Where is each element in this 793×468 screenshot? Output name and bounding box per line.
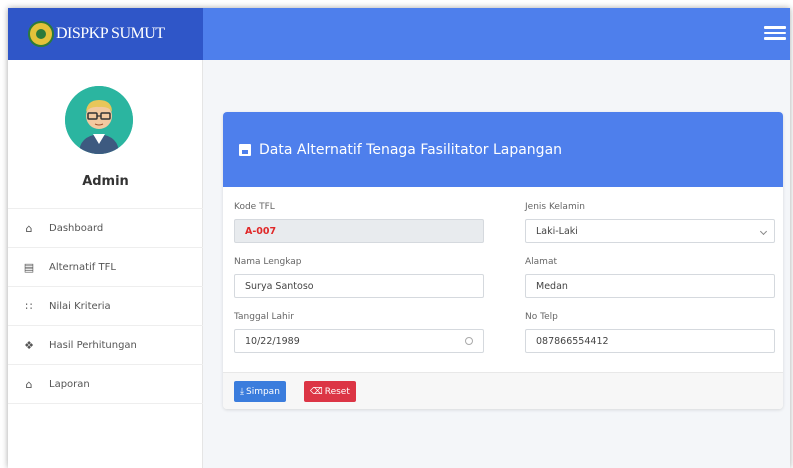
card-title: Data Alternatif Tenaga Fasilitator Lapan… [259,141,563,158]
reset-button[interactable]: ⌫ Reset [304,381,356,402]
chevron-down-icon [759,227,768,236]
sidebar-item-label: Laporan [49,378,90,390]
kode-tfl-value: A-007 [245,225,277,237]
nama-lengkap-value: Surya Santoso [245,280,314,292]
eraser-icon: ⌫ [310,386,323,397]
app-window: DISPKP SUMUT Admin ⌂ Dashboard ▤ Alterna… [8,8,790,468]
sidebar-item-dashboard[interactable]: ⌂ Dashboard [8,209,203,248]
tanggal-lahir-value: 10/22/1989 [245,335,300,347]
user-avatar-icon [65,86,133,154]
sidebar-item-label: Nilai Kriteria [49,300,111,312]
archive-icon: ▤ [23,260,35,274]
sidebar: Admin ⌂ Dashboard ▤ Alternatif TFL ∷ Nil… [8,60,203,468]
sidebar-item-label: Hasil Perhitungan [49,339,137,351]
basket-icon: ⌂ [25,377,33,391]
sidebar-item-alternatif-tfl[interactable]: ▤ Alternatif TFL [8,248,203,287]
no-telp-value: 087866554412 [536,335,609,347]
brand[interactable]: DISPKP SUMUT [8,8,203,60]
card-header: Data Alternatif Tenaga Fasilitator Lapan… [223,112,783,187]
sidebar-item-laporan[interactable]: ⌂ Laporan [8,365,203,404]
save-button-label: Simpan [245,386,280,397]
alamat-field[interactable]: Medan [525,274,775,298]
home-icon: ⌂ [25,221,33,235]
sidebar-item-nilai-kriteria[interactable]: ∷ Nilai Kriteria [8,287,203,326]
user-name: Admin [82,174,129,189]
download-icon: ⤓ [240,386,244,397]
alamat-value: Medan [536,280,568,292]
no-telp-field[interactable]: 087866554412 [525,329,775,353]
calculator-icon: ❖ [24,338,34,352]
sidebar-nav: ⌂ Dashboard ▤ Alternatif TFL ∷ Nilai Kri… [8,208,203,404]
hamburger-menu-icon[interactable] [764,22,786,44]
topbar: DISPKP SUMUT [8,8,790,60]
reset-button-label: Reset [324,386,350,397]
calendar-icon[interactable] [465,337,473,345]
nama-lengkap-label: Nama Lengkap [234,257,302,267]
alamat-label: Alamat [525,257,557,267]
sidebar-item-hasil-perhitungan[interactable]: ❖ Hasil Perhitungan [8,326,203,365]
avatar [65,86,133,154]
nama-lengkap-field[interactable]: Surya Santoso [234,274,484,298]
jenis-kelamin-value: Laki-Laki [536,225,578,237]
tanggal-lahir-label: Tanggal Lahir [234,312,294,322]
tanggal-lahir-field[interactable]: 10/22/1989 [234,329,484,353]
kode-tfl-label: Kode TFL [234,202,275,212]
sidebar-item-label: Alternatif TFL [49,261,116,273]
save-button[interactable]: ⤓ Simpan [234,381,286,402]
sidebar-item-label: Dashboard [49,222,104,234]
no-telp-label: No Telp [525,312,558,322]
jenis-kelamin-select[interactable]: Laki-Laki [525,219,775,243]
jenis-kelamin-label: Jenis Kelamin [525,202,585,212]
form-card: Data Alternatif Tenaga Fasilitator Lapan… [223,112,783,409]
users-icon: ∷ [25,299,33,313]
kode-tfl-field: A-007 [234,219,484,243]
save-disk-icon [239,143,251,156]
brand-name: DISPKP SUMUT [56,25,165,42]
logo-icon [28,21,54,47]
card-footer: ⤓ Simpan ⌫ Reset [223,372,783,409]
